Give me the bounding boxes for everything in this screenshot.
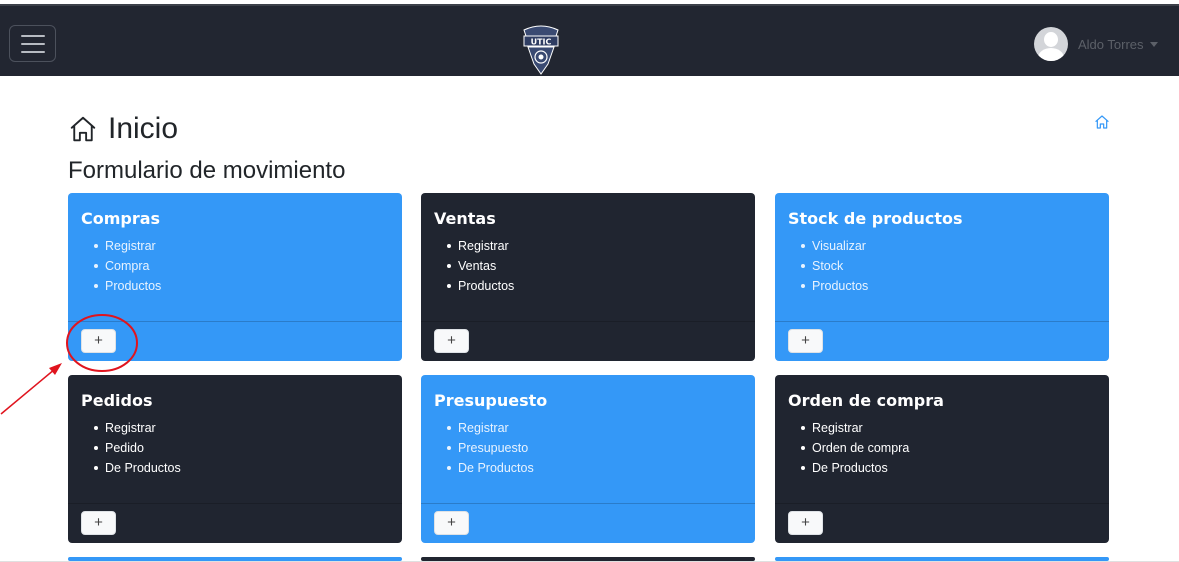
user-menu[interactable]: Aldo Torres [1034, 26, 1158, 62]
card-title: Orden de compra [788, 391, 944, 410]
breadcrumb-house-icon[interactable] [1094, 114, 1110, 130]
card-footer: + [68, 321, 402, 361]
page-heading: Inicio [68, 112, 178, 146]
card-title: Stock de productos [788, 209, 963, 228]
card-footer: + [421, 321, 755, 361]
list-item: Productos [447, 276, 514, 296]
card-orden-de-compra: Orden de compra Registrar Orden de compr… [775, 375, 1109, 543]
card-item-list: Registrar Ventas Productos [447, 236, 514, 296]
card-item-list: Registrar Compra Productos [94, 236, 161, 296]
utic-logo[interactable]: UTIC [520, 16, 562, 78]
house-icon [70, 116, 96, 142]
list-item: De Productos [94, 458, 181, 478]
list-item: Registrar [801, 418, 909, 438]
list-item: Registrar [94, 236, 161, 256]
add-button[interactable]: + [788, 511, 823, 535]
annotation-arrow-line [0, 368, 56, 415]
list-item: De Productos [801, 458, 909, 478]
user-name: Aldo Torres [1078, 36, 1144, 52]
add-button[interactable]: + [434, 329, 469, 353]
list-item: Orden de compra [801, 438, 909, 458]
list-item: Stock [801, 256, 868, 276]
card-pedidos: Pedidos Registrar Pedido De Productos + [68, 375, 402, 543]
list-item: Productos [801, 276, 868, 296]
list-item: Visualizar [801, 236, 868, 256]
list-item: Ventas [447, 256, 514, 276]
top-navbar: UTIC Aldo Torres [0, 4, 1179, 76]
logo-text: UTIC [531, 38, 552, 47]
hamburger-icon-bar [20, 50, 45, 53]
card-title: Presupuesto [434, 391, 548, 410]
card-presupuesto: Presupuesto Registrar Presupuesto De Pro… [421, 375, 755, 543]
caret-down-icon [1149, 41, 1158, 47]
section-subtitle: Formulario de movimiento [68, 157, 346, 184]
list-item: Compra [94, 256, 161, 276]
card-footer: + [775, 503, 1109, 543]
list-item: Presupuesto [447, 438, 534, 458]
list-item: Pedido [94, 438, 181, 458]
card-item-list: Registrar Pedido De Productos [94, 418, 181, 478]
card-title: Pedidos [81, 391, 153, 410]
card-item-list: Visualizar Stock Productos [801, 236, 868, 296]
card-ventas: Ventas Registrar Ventas Productos + [421, 193, 755, 361]
list-item: Registrar [447, 418, 534, 438]
user-avatar-icon [1034, 27, 1068, 61]
card-item-list: Registrar Presupuesto De Productos [447, 418, 534, 478]
list-item: De Productos [447, 458, 534, 478]
list-item: Registrar [94, 418, 181, 438]
card-footer: + [68, 503, 402, 543]
card-footer: + [775, 321, 1109, 361]
card-compras: Compras Registrar Compra Productos + [68, 193, 402, 361]
list-item: Productos [94, 276, 161, 296]
annotation-arrow-head [49, 363, 62, 375]
add-button[interactable]: + [434, 511, 469, 535]
list-item: Registrar [447, 236, 514, 256]
card-stock-de-productos: Stock de productos Visualizar Stock Prod… [775, 193, 1109, 361]
add-button[interactable]: + [788, 329, 823, 353]
add-button[interactable]: + [81, 511, 116, 535]
page-title: Inicio [108, 112, 179, 145]
card-title: Compras [81, 209, 161, 228]
card-item-list: Registrar Orden de compra De Productos [801, 418, 909, 478]
hamburger-icon-bar [20, 34, 45, 37]
hamburger-icon-bar [20, 42, 45, 45]
menu-toggle-button[interactable] [9, 25, 56, 62]
add-button[interactable]: + [81, 329, 116, 353]
card-title: Ventas [434, 209, 496, 228]
card-footer: + [421, 503, 755, 543]
